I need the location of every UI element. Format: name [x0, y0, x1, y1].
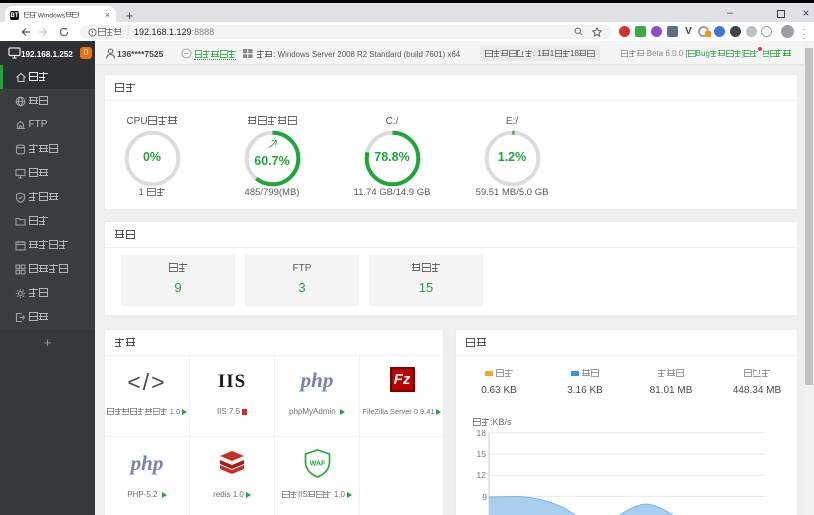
svg-text:WAF: WAF [309, 461, 325, 468]
svg-text:15: 15 [477, 449, 487, 459]
svg-text:12: 12 [477, 470, 487, 480]
svg-text:18: 18 [477, 428, 487, 438]
svg-text:9: 9 [482, 492, 487, 502]
